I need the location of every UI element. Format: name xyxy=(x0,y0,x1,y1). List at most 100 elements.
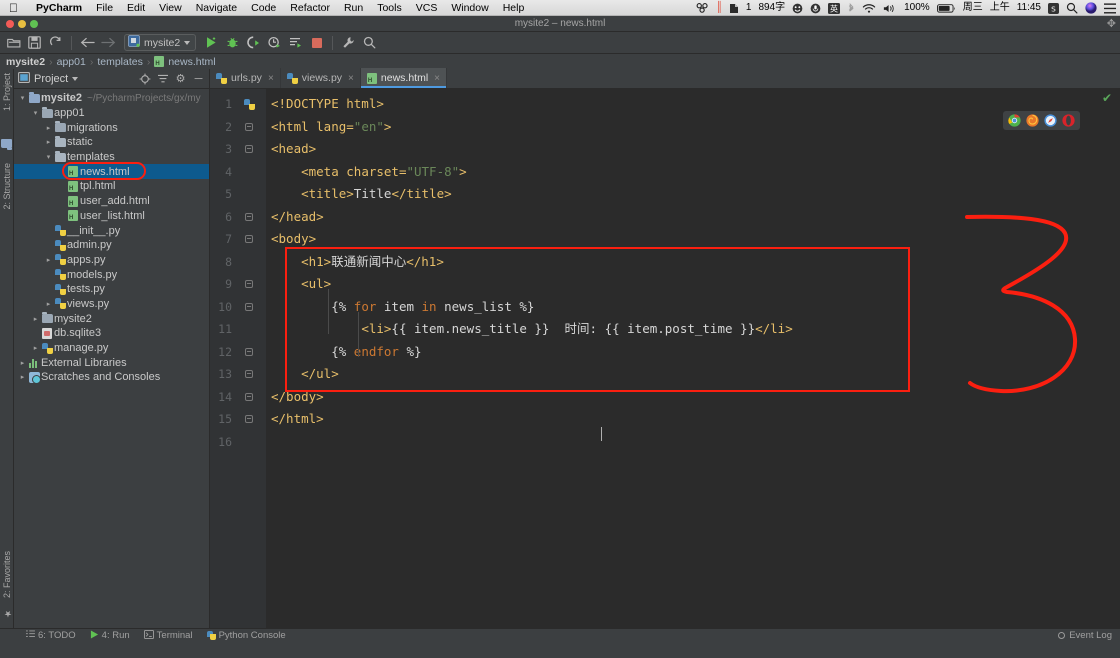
gutter-line[interactable]: 16 xyxy=(210,431,266,454)
tree-node-user-add-html[interactable]: user_add.html xyxy=(14,194,209,209)
gutter-line[interactable]: 13− xyxy=(210,363,266,386)
sidebar-item-structure[interactable]: 2: Structure xyxy=(0,161,14,212)
evernote-icon[interactable] xyxy=(729,3,739,14)
code-line[interactable]: <html lang="en"> xyxy=(266,116,1120,139)
tree-node-news-html[interactable]: news.html xyxy=(14,164,209,180)
close-icon[interactable]: × xyxy=(434,73,440,84)
code-line[interactable]: {% endfor %} xyxy=(266,341,1120,364)
menu-run[interactable]: Run xyxy=(337,0,370,16)
safari-icon[interactable] xyxy=(1044,114,1057,127)
gutter-line[interactable]: 3− xyxy=(210,138,266,161)
chrome-icon[interactable] xyxy=(1008,114,1021,127)
fold-open-icon[interactable]: − xyxy=(236,145,262,154)
gutter-line[interactable]: 7− xyxy=(210,228,266,251)
input-source-icon[interactable]: 英 xyxy=(828,2,841,14)
tree-node-migrations[interactable]: ▸ migrations xyxy=(14,120,209,135)
chevron-down-icon[interactable] xyxy=(184,40,191,45)
gutter-line[interactable]: 5 xyxy=(210,183,266,206)
code-line[interactable]: <ul> xyxy=(266,273,1120,296)
gutter-line[interactable]: 11 xyxy=(210,318,266,341)
volume-icon[interactable] xyxy=(883,3,897,14)
fold-open-icon[interactable]: − xyxy=(236,122,262,131)
menu-help[interactable]: Help xyxy=(496,0,532,16)
menu-vcs[interactable]: VCS xyxy=(409,0,445,16)
menu-refactor[interactable]: Refactor xyxy=(283,0,337,16)
wifi-icon[interactable] xyxy=(862,3,876,14)
breadcrumb-item-app01[interactable]: app01 xyxy=(57,56,86,68)
menu-pycharm[interactable]: PyCharm xyxy=(29,0,89,16)
project-panel-title-group[interactable]: Project xyxy=(18,71,79,86)
spotlight-search-icon[interactable] xyxy=(1066,2,1078,14)
close-icon[interactable]: × xyxy=(268,73,274,84)
tree-node-manage-py[interactable]: ▸ manage.py xyxy=(14,341,209,356)
status-todo[interactable]: 6: TODO xyxy=(26,630,76,641)
fold-close-icon[interactable]: − xyxy=(236,415,262,424)
chevron-right-icon[interactable]: ▸ xyxy=(44,124,53,132)
inspection-ok-icon[interactable]: ✔ xyxy=(1102,91,1112,105)
tree-node-admin-py[interactable]: admin.py xyxy=(14,238,209,253)
gutter-line[interactable]: 1 xyxy=(210,93,266,116)
tree-node--init-py[interactable]: __init__.py xyxy=(14,223,209,238)
coverage-icon[interactable] xyxy=(244,33,263,52)
fold-open-icon[interactable]: − xyxy=(236,235,262,244)
sidebar-item-project[interactable]: 1: Project xyxy=(0,71,14,113)
locate-icon[interactable] xyxy=(138,72,151,85)
opera-icon[interactable] xyxy=(1062,114,1075,127)
breadcrumb-item-project[interactable]: mysite2 xyxy=(6,56,45,68)
code-line[interactable] xyxy=(266,431,1120,454)
code-editor[interactable]: 1 2−3−4 5 6−7−8 9−10−11 12−13−14−15−16 <!DOCT… xyxy=(210,89,1120,628)
project-file-tree[interactable]: ▾ mysite2 ~/PycharmProjects/gx/my ▾ app01 ▸ mi… xyxy=(14,89,209,628)
tree-node-tpl-html[interactable]: tpl.html xyxy=(14,179,209,194)
siri-icon[interactable] xyxy=(1085,2,1097,14)
gutter-line[interactable]: 4 xyxy=(210,161,266,184)
status-terminal[interactable]: Terminal xyxy=(143,629,193,642)
chevron-down-icon[interactable]: ▾ xyxy=(44,153,53,161)
tab-news-html[interactable]: news.html × xyxy=(360,68,447,88)
sidebar-item-favorites[interactable]: 2: Favorites xyxy=(0,549,14,600)
breadcrumb-item-file[interactable]: news.html xyxy=(154,56,216,68)
battery-icon[interactable] xyxy=(936,3,956,14)
code-line[interactable]: {% for item in news_list %} xyxy=(266,296,1120,319)
code-line[interactable]: </html> xyxy=(266,408,1120,431)
tree-node-db-sqlite3[interactable]: db.sqlite3 xyxy=(14,326,209,341)
code-line[interactable]: </ul> xyxy=(266,363,1120,386)
tree-node-user-list-html[interactable]: user_list.html xyxy=(14,209,209,224)
chevron-right-icon[interactable]: ▸ xyxy=(18,373,27,381)
apple-logo-icon[interactable]:  xyxy=(0,2,29,14)
tree-node-apps-py[interactable]: ▸ apps.py xyxy=(14,253,209,268)
gutter-line[interactable]: 10− xyxy=(210,296,266,319)
tab-views-py[interactable]: views.py × xyxy=(281,68,361,88)
firefox-icon[interactable] xyxy=(1026,114,1039,127)
tab-urls-py[interactable]: urls.py × xyxy=(210,68,281,88)
fold-close-icon[interactable]: − xyxy=(236,392,262,401)
gutter-line[interactable]: 9− xyxy=(210,273,266,296)
tree-node-scratches-and-consoles[interactable]: ▸ Scratches and Consoles xyxy=(14,370,209,385)
folder-open-icon[interactable] xyxy=(4,33,23,52)
chevron-right-icon[interactable]: ▸ xyxy=(44,138,53,146)
expand-icon[interactable]: ✥ xyxy=(1107,17,1116,30)
smiley-icon[interactable] xyxy=(792,3,803,14)
status-python-console[interactable]: Python Console xyxy=(206,630,286,641)
bluetooth-icon[interactable] xyxy=(847,2,855,14)
fold-close-icon[interactable]: − xyxy=(236,212,262,221)
run-configuration-selector[interactable]: mysite2 xyxy=(124,34,197,51)
code-line[interactable]: <body> xyxy=(266,228,1120,251)
chevron-down-icon[interactable]: ▾ xyxy=(18,94,27,102)
collapse-all-icon[interactable] xyxy=(156,72,169,85)
fold-close-icon[interactable]: − xyxy=(236,347,262,356)
tree-node-mysite2[interactable]: ▾ mysite2 ~/PycharmProjects/gx/my xyxy=(14,91,209,106)
chevron-down-icon[interactable] xyxy=(72,76,79,81)
editor-gutter[interactable]: 1 2−3−4 5 6−7−8 9−10−11 12−13−14−15−16 xyxy=(210,89,266,628)
search-icon[interactable] xyxy=(360,33,379,52)
sogou-icon[interactable]: S xyxy=(1048,2,1059,14)
status-event-log[interactable]: Event Log xyxy=(1058,630,1112,641)
menu-edit[interactable]: Edit xyxy=(120,0,152,16)
control-center-icon[interactable] xyxy=(1104,2,1116,14)
editor-code-content[interactable]: <!DOCTYPE html> <html lang="en"> <head> <m… xyxy=(266,89,1120,628)
browser-preview-bar[interactable] xyxy=(1003,111,1080,130)
tree-node-templates[interactable]: ▾ templates xyxy=(14,150,209,165)
chevron-right-icon[interactable]: ▸ xyxy=(44,256,53,264)
menu-code[interactable]: Code xyxy=(244,0,283,16)
chevron-right-icon[interactable]: ▸ xyxy=(44,300,53,308)
menu-view[interactable]: View xyxy=(152,0,189,16)
